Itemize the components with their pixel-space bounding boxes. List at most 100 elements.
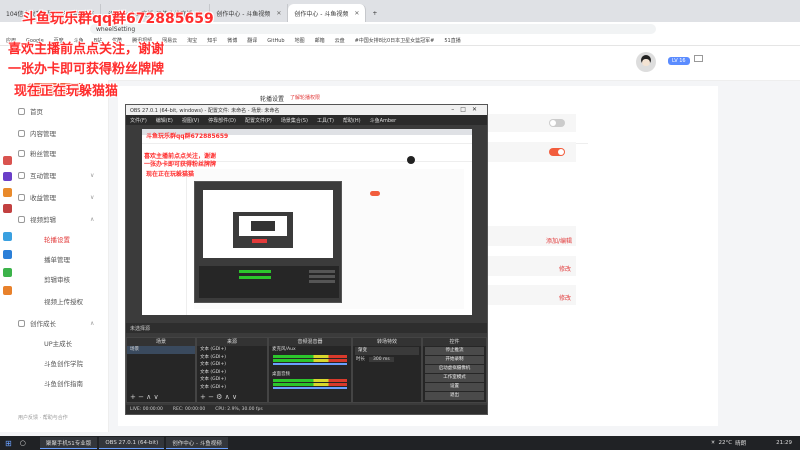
taskbar-app-label: OBS 27.0.1 (64-bit) <box>105 439 159 446</box>
transition-duration-row: 时长 300 ms <box>353 356 421 362</box>
bookmark-item[interactable]: 51直播 <box>444 37 460 44</box>
close-icon[interactable]: ✕ <box>276 10 281 17</box>
new-tab-icon[interactable]: + <box>366 4 383 22</box>
obs-control-button[interactable]: 设置 <box>425 383 484 391</box>
tool-icon[interactable] <box>3 188 12 197</box>
sidebar-item[interactable]: 互动管理 ∨ <box>18 170 94 180</box>
browser-tab-active[interactable]: 创作中心 - 斗鱼视频 ✕ <box>288 4 367 22</box>
bookmark-item[interactable]: 翻译 <box>247 37 257 44</box>
sidebar-item[interactable]: 创作成长 ∧ <box>18 318 94 328</box>
clock[interactable]: 21:29 <box>776 440 792 446</box>
sidebar-item[interactable]: 视频剪辑 ∧ <box>18 214 94 224</box>
sidebar-item-label: 创作成长 <box>30 320 56 328</box>
tool-icon[interactable] <box>3 250 12 259</box>
weather-icon[interactable]: ☀ <box>711 440 716 446</box>
source-item[interactable]: 文本 (GDI+) <box>197 354 267 362</box>
nested-obs-window <box>194 181 342 303</box>
edit-link[interactable]: 修改 <box>559 264 571 273</box>
obs-control-button[interactable]: 退出 <box>425 392 484 400</box>
bookmark-item[interactable]: 微博 <box>227 37 237 44</box>
nested-nested-inner <box>251 221 275 231</box>
tool-icon[interactable] <box>3 204 12 213</box>
duration-input[interactable]: 300 ms <box>369 356 394 362</box>
scenes-dock-title: 场景 <box>127 338 195 346</box>
sidebar-item[interactable]: 斗鱼创作学院 <box>44 358 83 368</box>
transition-select[interactable]: 渐变 <box>355 347 419 355</box>
content-tab-link[interactable]: 了解轮播权限 <box>290 94 320 101</box>
mail-icon[interactable] <box>694 55 703 62</box>
bookmark-item[interactable]: 云盘 <box>335 37 345 44</box>
obs-menu-item[interactable]: 停靠部件(D) <box>208 117 236 124</box>
tool-icon[interactable] <box>3 172 12 181</box>
sidebar-footer[interactable]: 用户反馈 · 帮助与合作 <box>18 414 68 421</box>
obs-menu-item[interactable]: 斗鱼Amber <box>370 117 397 124</box>
bookmark-item[interactable]: 邮箱 <box>315 37 325 44</box>
windows-start-icon[interactable]: ⊞ <box>5 439 12 448</box>
volume-slider[interactable] <box>273 362 347 365</box>
sidebar-item[interactable]: 视频上传授权 <box>44 296 83 306</box>
sidebar-item[interactable]: 内容管理 <box>18 128 56 138</box>
browser-tab[interactable]: 创作中心 - 斗鱼视频 ✕ <box>210 4 289 22</box>
volume-slider[interactable] <box>273 387 347 389</box>
tool-icon[interactable] <box>3 232 12 241</box>
source-item[interactable]: 文本 (GDI+) <box>197 361 267 369</box>
source-item[interactable]: 文本 (GDI+) <box>197 384 267 392</box>
sidebar-item[interactable]: 粉丝管理 <box>18 148 56 158</box>
source-item[interactable]: 文本 (GDI+) <box>197 376 267 384</box>
source-item[interactable]: 文本 (GDI+) <box>197 346 267 354</box>
taskbar-app[interactable]: 创作中心 - 斗鱼视频 <box>166 437 228 449</box>
rec-timer: REC: 00:00:00 <box>172 407 206 412</box>
sidebar-item[interactable]: UP主成长 <box>44 338 72 348</box>
sources-dock-toolbar[interactable]: + − ⚙ ∧ ∨ <box>197 393 267 402</box>
window-controls[interactable]: –□✕ <box>451 106 483 113</box>
obs-menu-item[interactable]: 工具(T) <box>317 117 334 124</box>
content-tab-title[interactable]: 轮播设置 <box>260 94 284 103</box>
tool-icon[interactable] <box>3 268 12 277</box>
avatar[interactable] <box>636 52 656 72</box>
obs-menu-item[interactable]: 配置文件(P) <box>245 117 272 124</box>
bookmark-item[interactable]: 淘宝 <box>187 37 197 44</box>
auto-rotation-toggle[interactable] <box>549 148 565 156</box>
close-icon[interactable]: ✕ <box>354 10 359 17</box>
sidebar-item[interactable]: 轮播设置 <box>44 234 70 244</box>
sidebar-item[interactable]: 播单管理 <box>44 254 70 264</box>
edit-link[interactable]: 修改 <box>559 293 571 302</box>
sidebar-item[interactable]: 收益管理 ∨ <box>18 192 94 202</box>
nav-icon <box>18 215 25 223</box>
bookmark-item[interactable]: GitHub <box>267 38 284 44</box>
tool-icon[interactable] <box>3 156 12 165</box>
obs-control-button[interactable]: 工作室模式 <box>425 374 484 382</box>
scene-item[interactable]: 场景 <box>127 346 195 354</box>
tool-icon[interactable] <box>3 286 12 295</box>
sidebar-item[interactable]: 剪辑审核 <box>44 274 70 284</box>
taskbar-app[interactable]: OBS 27.0.1 (64-bit) <box>99 437 165 449</box>
obs-menu-item[interactable]: 文件(F) <box>130 117 147 124</box>
obs-title: OBS 27.0.1 (64-bit, windows) - 配置文件: 未命名… <box>130 107 280 114</box>
bookmark-item[interactable]: 网易云 <box>162 37 177 44</box>
bookmark-item[interactable]: 地图 <box>295 37 305 44</box>
sidebar-item[interactable]: 首页 <box>18 106 43 116</box>
nested-overlay-qq: 斗鱼玩乐群qq群672885659 <box>146 133 229 140</box>
add-edit-link[interactable]: 添加/编辑 <box>546 236 572 245</box>
scenes-dock-toolbar[interactable]: + − ∧ ∨ <box>127 393 195 402</box>
obs-control-button[interactable]: 启动虚拟摄像机 <box>425 365 484 373</box>
rotation-toggle[interactable] <box>549 119 565 127</box>
obs-control-button[interactable]: 开始录制 <box>425 356 484 364</box>
bookmark-item[interactable]: 知乎 <box>207 37 217 44</box>
obs-control-button[interactable]: 停止推流 <box>425 347 484 355</box>
obs-menu-item[interactable]: 编辑(E) <box>156 117 173 124</box>
obs-menu-item[interactable]: 视图(V) <box>182 117 199 124</box>
obs-preview[interactable]: 斗鱼玩乐群qq群672885659 喜欢主播前点点关注，谢谢 一张办卡即可获得粉… <box>142 129 472 315</box>
search-icon[interactable]: ○ <box>20 439 26 447</box>
sidebar-item[interactable]: 斗鱼创作指南 <box>44 378 83 388</box>
obs-menu-item[interactable]: 场景集合(S) <box>281 117 308 124</box>
bookmark-item[interactable]: #中国女排8比0日本卫星女篮冠军# <box>355 37 435 44</box>
nested-playing-label: 现在正在玩 <box>146 171 177 178</box>
source-item[interactable]: 文本 (GDI+) <box>197 369 267 377</box>
taskbar-app[interactable]: 聚聚手机51专业版 <box>39 437 98 449</box>
overlay-now-playing: 现在正在玩躲猫猫 <box>14 80 118 99</box>
controls-list: 停止推流 开始录制 启动虚拟摄像机 工作室模式 设置 退出 <box>423 347 486 400</box>
nested-control <box>309 270 335 273</box>
nested-meter <box>239 270 271 273</box>
obs-menu-item[interactable]: 帮助(H) <box>343 117 361 124</box>
